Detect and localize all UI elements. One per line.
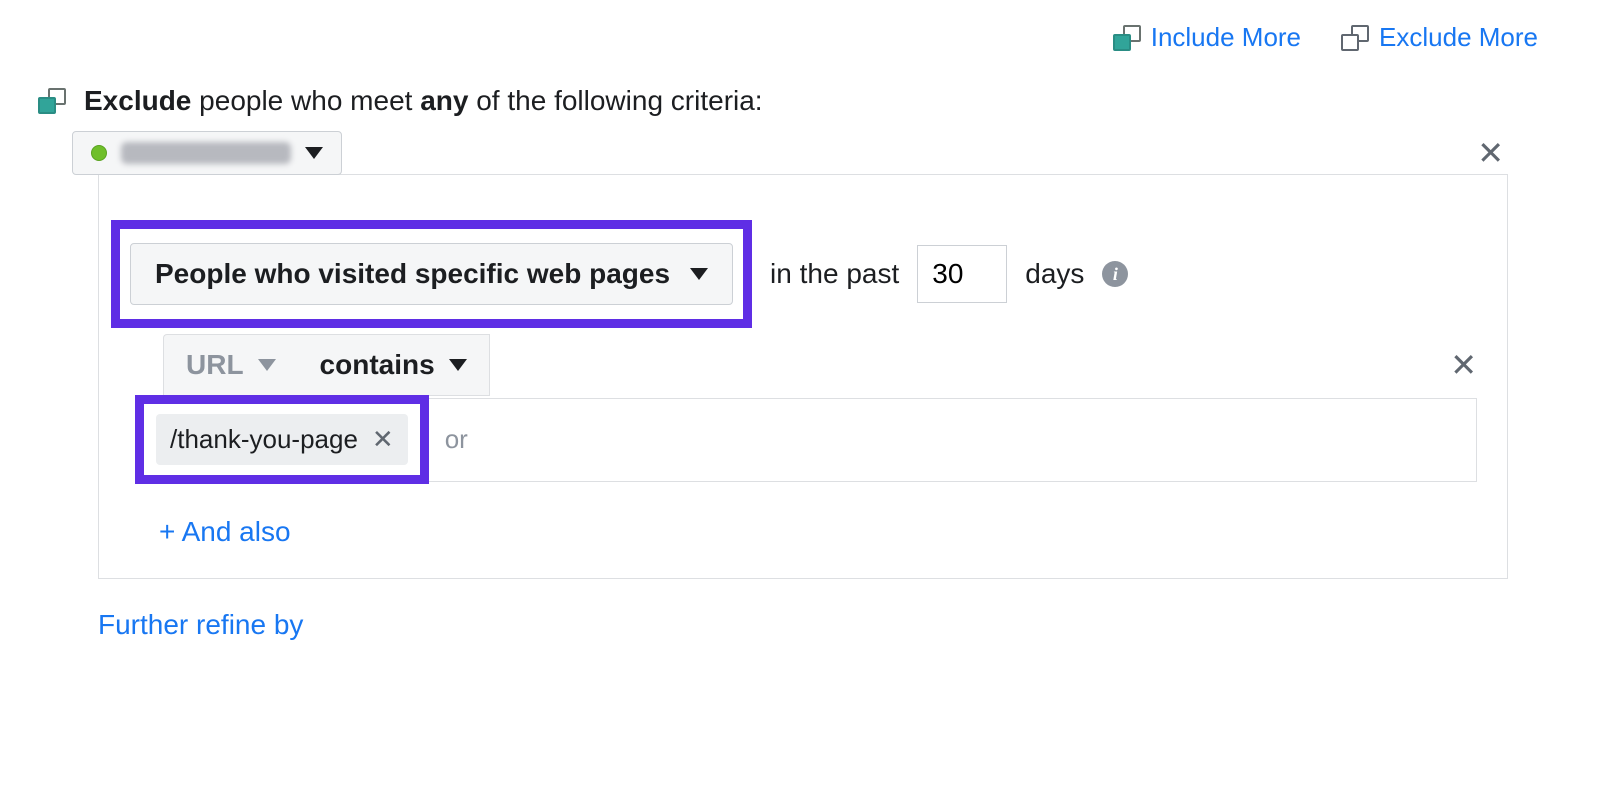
criteria-container: People who visited specific web pages in… bbox=[98, 174, 1508, 579]
match-operator-label: contains bbox=[320, 349, 435, 381]
in-the-past-label: in the past bbox=[770, 258, 899, 290]
url-tag-input[interactable]: or bbox=[429, 398, 1477, 482]
pixel-status-dot-icon bbox=[91, 145, 107, 161]
caret-down-icon bbox=[258, 359, 276, 371]
visit-type-dropdown[interactable]: People who visited specific web pages bbox=[130, 243, 733, 305]
include-more-label: Include More bbox=[1151, 22, 1301, 53]
include-more-link[interactable]: Include More bbox=[1113, 22, 1301, 53]
highlight-visit-type: People who visited specific web pages bbox=[111, 220, 752, 328]
days-input[interactable] bbox=[917, 245, 1007, 303]
exclude-section-header: Exclude people who meet any of the follo… bbox=[0, 53, 1608, 131]
exclude-section-text: Exclude people who meet any of the follo… bbox=[84, 85, 763, 117]
days-label: days bbox=[1025, 258, 1084, 290]
match-operator-dropdown[interactable]: contains bbox=[298, 334, 490, 396]
exclude-more-link[interactable]: Exclude More bbox=[1341, 22, 1538, 53]
url-tag-chip: /thank-you-page ✕ bbox=[156, 414, 408, 465]
remove-url-tag-button[interactable]: ✕ bbox=[372, 424, 394, 455]
exclude-section-icon bbox=[38, 88, 66, 114]
visit-type-label: People who visited specific web pages bbox=[155, 258, 670, 290]
exclude-more-label: Exclude More bbox=[1379, 22, 1538, 53]
pixel-name-redacted bbox=[121, 142, 291, 164]
pixel-selector-dropdown[interactable] bbox=[72, 131, 342, 175]
url-field-label: URL bbox=[186, 349, 244, 381]
caret-down-icon bbox=[449, 359, 467, 371]
caret-down-icon bbox=[305, 147, 323, 159]
url-tag-placeholder: or bbox=[445, 424, 468, 455]
further-refine-link[interactable]: Further refine by bbox=[0, 579, 1608, 641]
remove-url-rule-button[interactable]: ✕ bbox=[1450, 349, 1477, 381]
url-tag-text: /thank-you-page bbox=[170, 424, 358, 455]
caret-down-icon bbox=[690, 268, 708, 280]
exclude-icon bbox=[1341, 25, 1369, 51]
url-field-dropdown[interactable]: URL bbox=[163, 334, 298, 396]
highlight-url-tag: /thank-you-page ✕ bbox=[135, 395, 429, 484]
remove-pixel-button[interactable]: ✕ bbox=[1477, 137, 1504, 169]
include-icon bbox=[1113, 25, 1141, 51]
info-icon[interactable]: i bbox=[1102, 261, 1128, 287]
and-also-link[interactable]: + And also bbox=[99, 484, 1507, 548]
